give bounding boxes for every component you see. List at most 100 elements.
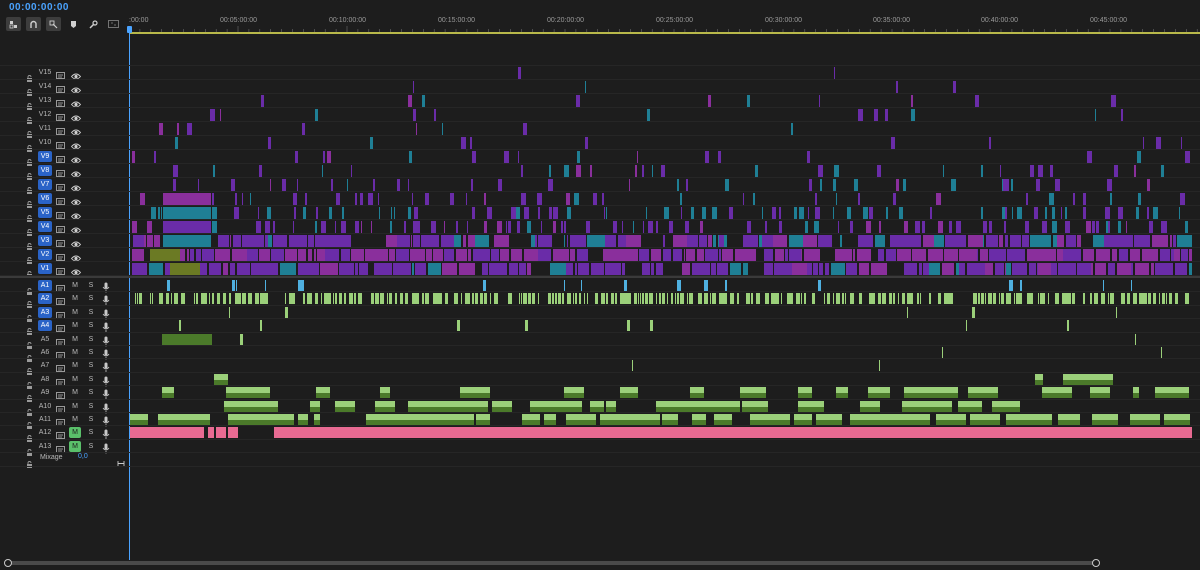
audio-clip[interactable] (194, 293, 195, 305)
audio-clip[interactable] (260, 320, 262, 332)
video-clip[interactable] (989, 137, 991, 149)
audio-waveform[interactable] (798, 406, 824, 412)
audio-clip[interactable] (1185, 293, 1189, 305)
audio-clip[interactable] (853, 293, 854, 305)
video-clip[interactable] (1185, 221, 1188, 233)
audio-clip[interactable] (354, 293, 356, 305)
audio-clip[interactable] (339, 293, 342, 305)
video-clip[interactable] (397, 235, 410, 247)
video-clip[interactable] (656, 221, 658, 233)
video-clip[interactable] (570, 249, 575, 261)
video-clip[interactable] (908, 235, 921, 247)
video-clip[interactable] (959, 263, 965, 275)
video-clip[interactable] (322, 165, 323, 177)
sync-lock-icon[interactable] (56, 402, 66, 413)
track-target-a5[interactable]: A5 (38, 334, 52, 345)
audio-clip[interactable] (889, 293, 892, 305)
video-clip[interactable] (647, 109, 650, 121)
video-clip[interactable] (762, 207, 763, 219)
audio-clip[interactable] (662, 293, 665, 305)
video-clip[interactable] (673, 235, 687, 247)
audio-clip[interactable] (656, 293, 657, 305)
video-clip[interactable] (878, 249, 884, 261)
video-clip[interactable] (606, 207, 607, 219)
video-clip[interactable] (713, 235, 716, 247)
video-clip[interactable] (1155, 263, 1173, 275)
video-clip[interactable] (530, 221, 531, 233)
video-clip[interactable] (524, 207, 529, 219)
video-clip[interactable] (293, 193, 297, 205)
video-clip[interactable] (509, 263, 518, 275)
video-clip[interactable] (944, 249, 952, 261)
video-clip[interactable] (210, 109, 215, 121)
video-clip[interactable] (803, 235, 817, 247)
video-clip[interactable] (475, 235, 489, 247)
video-clip[interactable] (132, 221, 137, 233)
video-clip[interactable] (144, 235, 146, 247)
video-clip[interactable] (220, 109, 221, 121)
mute-button[interactable]: M (70, 414, 80, 425)
audio-clip[interactable] (255, 293, 259, 305)
video-clip[interactable] (289, 235, 307, 247)
video-clip[interactable] (523, 123, 527, 135)
audio-clip[interactable] (671, 293, 673, 305)
video-clip[interactable] (489, 263, 507, 275)
video-clip[interactable] (747, 95, 750, 107)
voiceover-mic-icon[interactable] (102, 293, 110, 306)
audio-clip[interactable] (480, 293, 483, 305)
video-clip[interactable] (251, 263, 261, 275)
video-clip[interactable] (468, 249, 471, 261)
video-clip[interactable] (561, 221, 563, 233)
video-clip[interactable] (779, 207, 781, 219)
video-clip[interactable] (434, 109, 436, 121)
video-clip[interactable] (567, 235, 568, 247)
video-clip[interactable] (859, 263, 869, 275)
audio-clip[interactable] (232, 280, 235, 291)
video-clip[interactable] (163, 235, 211, 247)
video-clip[interactable] (1000, 165, 1001, 177)
audio-clip[interactable] (1135, 333, 1136, 345)
video-clip[interactable] (1065, 207, 1067, 219)
video-clip[interactable] (673, 249, 682, 261)
video-clip[interactable] (247, 249, 258, 261)
sync-lock-icon[interactable] (56, 208, 66, 219)
track-target-a10[interactable]: A10 (38, 401, 52, 412)
audio-clip[interactable] (237, 293, 241, 305)
audio-waveform[interactable] (902, 406, 952, 412)
video-clip[interactable] (390, 221, 392, 233)
video-clip[interactable] (1119, 249, 1128, 261)
audio-waveform[interactable] (1058, 420, 1080, 425)
audio-waveform[interactable] (1042, 393, 1072, 399)
video-clip[interactable] (618, 235, 625, 247)
audio-clip[interactable] (1101, 293, 1105, 305)
audio-clip[interactable] (212, 293, 214, 305)
video-clip[interactable] (840, 235, 842, 247)
video-clip[interactable] (1149, 221, 1153, 233)
video-clip[interactable] (1114, 165, 1118, 177)
video-clip[interactable] (943, 165, 944, 177)
video-clip[interactable] (147, 221, 152, 233)
lock-icon[interactable] (26, 443, 33, 456)
video-clip[interactable] (444, 249, 454, 261)
video-clip[interactable] (919, 263, 922, 275)
mute-button[interactable]: M (70, 334, 80, 345)
audio-waveform[interactable] (690, 393, 704, 399)
scroll-handle-start[interactable] (4, 559, 12, 567)
video-clip[interactable] (697, 249, 704, 261)
audio-clip[interactable] (454, 293, 458, 305)
video-clip[interactable] (656, 263, 663, 275)
video-clip[interactable] (293, 221, 294, 233)
audio-clip[interactable] (649, 293, 653, 305)
audio-clip[interactable] (975, 293, 977, 305)
sync-lock-icon[interactable] (56, 388, 66, 400)
video-clip[interactable] (836, 193, 837, 205)
audio-clip[interactable] (1110, 293, 1114, 305)
video-clip[interactable] (999, 235, 1003, 247)
video-clip[interactable] (904, 263, 917, 275)
audio-clip[interactable] (1068, 293, 1071, 305)
video-clip[interactable] (1096, 249, 1110, 261)
video-clip[interactable] (341, 221, 346, 233)
video-clip[interactable] (564, 165, 569, 177)
video-clip[interactable] (234, 207, 239, 219)
audio-clip[interactable] (573, 293, 574, 305)
